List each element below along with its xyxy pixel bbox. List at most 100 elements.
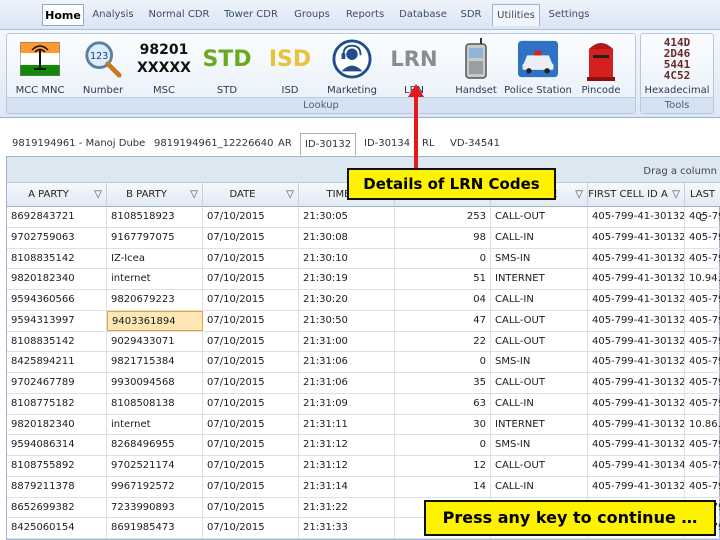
- table-cell[interactable]: CALL-IN: [491, 476, 588, 497]
- table-cell[interactable]: 9821715384: [107, 352, 203, 373]
- table-cell[interactable]: 405-799-41-30132: [588, 373, 685, 393]
- table-cell[interactable]: 04: [395, 290, 491, 310]
- table-cell[interactable]: 14: [395, 476, 491, 497]
- table-cell[interactable]: 8108835142: [7, 331, 107, 352]
- table-row[interactable]: 8879211378 9967192572 07/10/2015 21:31:14 14…: [7, 476, 720, 498]
- table-cell[interactable]: 9820679223: [107, 290, 203, 310]
- table-cell[interactable]: 07/10/2015: [203, 456, 299, 476]
- table-cell[interactable]: 0: [395, 435, 491, 456]
- table-cell[interactable]: 405-79: [685, 290, 720, 310]
- col-date[interactable]: DATE ▽: [203, 183, 299, 207]
- filter-icon[interactable]: ▽: [190, 183, 198, 207]
- col-first-cell-id[interactable]: FIRST CELL ID A ▽: [588, 183, 685, 207]
- table-cell[interactable]: 9594360566: [7, 290, 107, 310]
- table-cell[interactable]: 07/10/2015: [203, 414, 299, 435]
- doc-tab-4[interactable]: ID-30132: [300, 133, 357, 155]
- table-cell[interactable]: 98: [395, 227, 491, 248]
- filter-icon[interactable]: ▽: [286, 183, 294, 207]
- table-cell[interactable]: 405-799-41-30132: [588, 290, 685, 310]
- table-cell[interactable]: 22: [395, 331, 491, 352]
- table-cell[interactable]: 07/10/2015: [203, 269, 299, 290]
- col-last-cell-id[interactable]: LAST C: [685, 183, 720, 224]
- table-cell[interactable]: 405-79: [685, 352, 720, 372]
- table-cell[interactable]: 405-79: [685, 311, 720, 331]
- table-cell[interactable]: 07/10/2015: [203, 352, 299, 373]
- table-cell[interactable]: 405-799-41-30132: [588, 248, 685, 269]
- table-cell[interactable]: 47: [395, 310, 491, 331]
- doc-tab-1[interactable]: 9819194961 - Manoj Dube: [8, 133, 149, 155]
- table-cell[interactable]: 07/10/2015: [203, 497, 299, 518]
- table-cell[interactable]: CALL-OUT: [491, 331, 588, 352]
- table-cell[interactable]: 21:31:06: [299, 373, 395, 393]
- table-cell[interactable]: 9820182340: [7, 414, 107, 435]
- table-row[interactable]: 8425894211 9821715384 07/10/2015 21:31:06 0 S…: [7, 352, 720, 373]
- table-cell[interactable]: 9594313997: [7, 310, 107, 331]
- table-cell[interactable]: 8108775182: [7, 393, 107, 414]
- table-cell[interactable]: CALL-OUT: [491, 373, 588, 393]
- table-cell[interactable]: 8691985473: [107, 518, 203, 539]
- table-cell[interactable]: 21:31:11: [299, 414, 395, 435]
- table-cell[interactable]: 21:30:19: [299, 269, 395, 290]
- table-cell[interactable]: 10.94.2: [685, 269, 720, 289]
- doc-tab-3[interactable]: AR: [274, 133, 296, 155]
- table-cell[interactable]: 405-79: [685, 332, 720, 352]
- table-cell[interactable]: 405-79: [685, 249, 720, 269]
- table-cell[interactable]: 8652699382: [7, 497, 107, 518]
- table-cell[interactable]: 8425894211: [7, 352, 107, 373]
- table-cell[interactable]: 30: [395, 414, 491, 435]
- table-cell[interactable]: INTERNET: [491, 269, 588, 290]
- table-cell[interactable]: CALL-IN: [491, 290, 588, 310]
- table-cell[interactable]: 21:31:12: [299, 435, 395, 456]
- table-cell[interactable]: 405-799-41-30132: [588, 331, 685, 352]
- table-cell[interactable]: 8108755892: [7, 456, 107, 476]
- table-cell[interactable]: 405-799-41-30132: [588, 435, 685, 456]
- table-cell[interactable]: 9967192572: [107, 476, 203, 497]
- table-cell[interactable]: SMS-IN: [491, 352, 588, 373]
- table-cell[interactable]: 405-799-41-30132: [588, 207, 685, 227]
- table-cell[interactable]: 8268496955: [107, 435, 203, 456]
- table-cell[interactable]: SMS-IN: [491, 435, 588, 456]
- table-cell[interactable]: 9403361894: [107, 310, 203, 331]
- tab-database[interactable]: Database: [394, 4, 452, 26]
- table-cell[interactable]: 21:31:06: [299, 352, 395, 373]
- table-cell[interactable]: 9702467789: [7, 373, 107, 393]
- doc-tab-7[interactable]: VD-34541: [446, 133, 504, 155]
- table-cell[interactable]: 405-79: [685, 477, 720, 497]
- table-cell[interactable]: 9029433071: [107, 331, 203, 352]
- table-cell[interactable]: 07/10/2015: [203, 331, 299, 352]
- table-cell[interactable]: 405-799-41-30132: [588, 310, 685, 331]
- table-cell[interactable]: 9702521174: [107, 456, 203, 476]
- table-cell[interactable]: 21:31:33: [299, 518, 395, 539]
- table-cell[interactable]: 63: [395, 393, 491, 414]
- table-cell[interactable]: 405-79: [685, 207, 720, 227]
- table-row[interactable]: 8108835142 9029433071 07/10/2015 21:31:00 22…: [7, 331, 720, 353]
- table-cell[interactable]: CALL-IN: [491, 393, 588, 414]
- table-cell[interactable]: 405-79: [685, 435, 720, 455]
- tab-home[interactable]: Home: [42, 4, 84, 26]
- table-cell[interactable]: 9167797075: [107, 227, 203, 248]
- table-cell[interactable]: 07/10/2015: [203, 227, 299, 248]
- table-cell[interactable]: 21:31:12: [299, 456, 395, 476]
- table-cell[interactable]: 405-799-41-30132: [588, 227, 685, 248]
- table-cell[interactable]: 21:30:08: [299, 227, 395, 248]
- table-cell[interactable]: 21:30:50: [299, 310, 395, 331]
- table-cell[interactable]: internet: [107, 414, 203, 435]
- table-cell[interactable]: 8108835142: [7, 248, 107, 269]
- col-b-party[interactable]: B PARTY ▽: [107, 183, 203, 207]
- table-cell[interactable]: internet: [107, 269, 203, 290]
- filter-icon[interactable]: ▽: [575, 183, 583, 207]
- table-cell[interactable]: 9594086314: [7, 435, 107, 456]
- table-row[interactable]: 9594360566 9820679223 07/10/2015 21:30:20 04…: [7, 290, 720, 311]
- table-cell[interactable]: 8879211378: [7, 476, 107, 497]
- table-row[interactable]: 8108755892 9702521174 07/10/2015 21:31:12 12…: [7, 456, 720, 477]
- tab-utilities[interactable]: Utilities: [492, 4, 540, 26]
- table-row[interactable]: 8108775182 8108508138 07/10/2015 21:31:09 63…: [7, 393, 720, 415]
- table-cell[interactable]: 21:30:05: [299, 207, 395, 227]
- table-cell[interactable]: 8108518923: [107, 207, 203, 227]
- doc-tab-2[interactable]: 9819194961_12226640: [150, 133, 278, 155]
- table-cell[interactable]: INTERNET: [491, 414, 588, 435]
- table-cell[interactable]: 405-79: [685, 394, 720, 414]
- filter-icon[interactable]: ▽: [672, 183, 680, 207]
- doc-tab-6[interactable]: RL: [418, 133, 439, 155]
- table-cell[interactable]: 9930094568: [107, 373, 203, 393]
